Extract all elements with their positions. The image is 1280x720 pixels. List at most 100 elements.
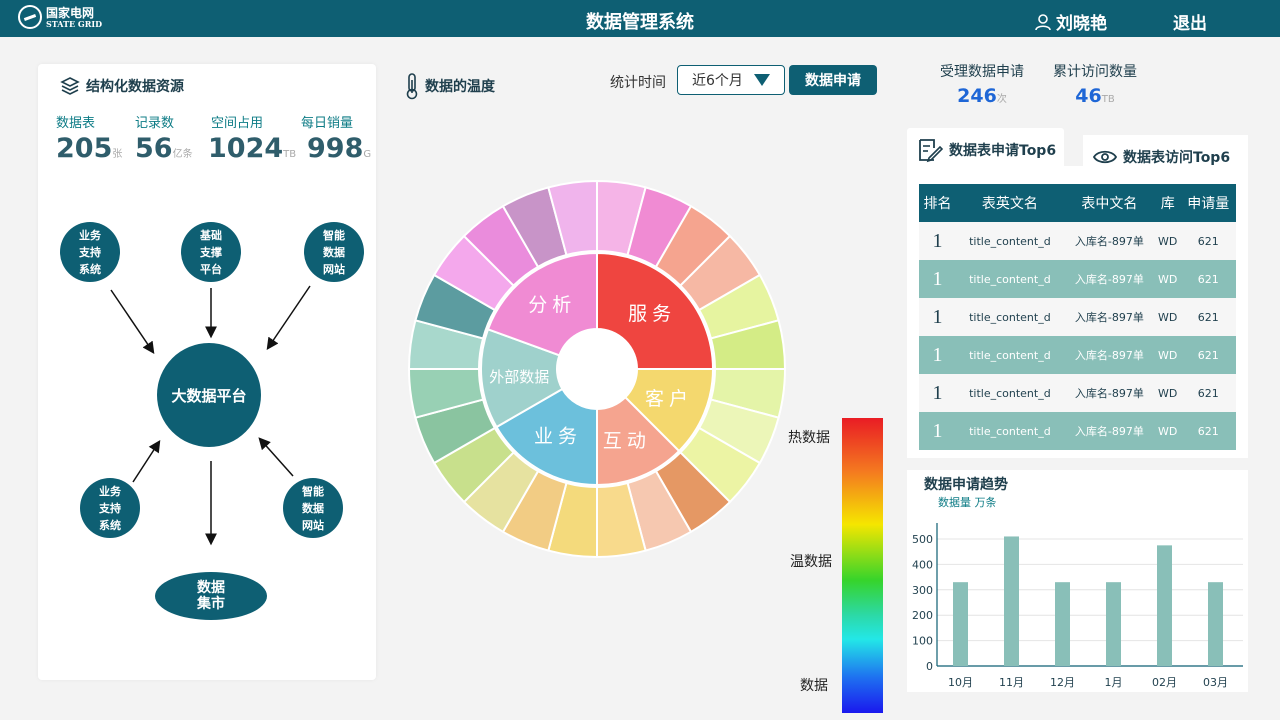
db-cell: WD <box>1154 298 1181 336</box>
node-line: 集市 <box>197 596 225 612</box>
rank-cell: 1 <box>919 298 956 336</box>
thermometer-icon <box>406 73 418 100</box>
tab-apply-top6[interactable]: 数据表申请Top6 <box>907 128 1064 172</box>
sunburst-inner-label: 服务 <box>628 303 676 325</box>
node-line: 基础 <box>200 228 222 242</box>
sunburst-hole <box>557 329 637 409</box>
table-row[interactable]: 1 title_content_d 入库名-897单 WD 621 <box>919 260 1236 298</box>
bar <box>1055 582 1070 666</box>
db-cell: WD <box>1154 412 1181 450</box>
sunburst-inner-label: 互动 <box>603 430 651 452</box>
count-cell: 621 <box>1180 222 1236 260</box>
y-tick-label: 200 <box>912 609 933 622</box>
node-line: 业务 <box>99 484 121 498</box>
user-menu[interactable]: 刘晓艳 <box>1034 9 1107 34</box>
node-business-support-top[interactable]: 业务 支持 系统 <box>60 222 120 282</box>
sunburst-inner-label: 分析 <box>528 294 576 316</box>
temperature-title-text: 数据的温度 <box>425 79 495 95</box>
node-line: 数据 <box>197 580 225 596</box>
y-tick-label: 300 <box>912 584 933 597</box>
heat-label-hot: 热数据 <box>788 430 830 446</box>
heat-label-warm: 温数据 <box>790 554 832 570</box>
node-line: 平台 <box>200 262 222 276</box>
trend-bar-chart: 0 100 200 300 400 500 10月 11月 12月 1月 02月 03月 <box>912 523 1243 689</box>
temperature-title: 数据的温度 <box>403 72 495 100</box>
table-row[interactable]: 1 title_content_d 入库名-897单 WD 621 <box>919 222 1236 260</box>
x-tick-label: 10月 <box>948 676 973 689</box>
metric-accepted-applications: 受理数据申请 246次 <box>940 61 1024 107</box>
metric-label: 累计访问数量 <box>1053 64 1137 80</box>
column-header[interactable]: 申请量 <box>1180 184 1236 222</box>
cn-name-cell: 入库名-897单 <box>1063 336 1155 374</box>
bar <box>1106 582 1121 666</box>
count-cell: 621 <box>1180 260 1236 298</box>
node-line: 支持 <box>99 501 121 515</box>
bar <box>1004 536 1019 666</box>
node-data-mart[interactable]: 数据 集市 <box>155 572 267 620</box>
node-smart-data-top[interactable]: 智能 数据 网站 <box>304 222 364 282</box>
count-cell: 621 <box>1180 374 1236 412</box>
node-line: 网站 <box>302 518 324 532</box>
arrow <box>110 289 155 354</box>
data-apply-button[interactable]: 数据申请 <box>789 65 877 95</box>
tab-label: 数据表申请Top6 <box>949 143 1057 159</box>
column-header[interactable]: 表英文名 <box>955 184 1064 222</box>
bar <box>953 582 968 666</box>
y-tick-label: 400 <box>912 558 933 571</box>
table-row[interactable]: 1 title_content_d 入库名-897单 WD 621 <box>919 412 1236 450</box>
column-header[interactable]: 排名 <box>919 184 956 222</box>
heat-color-scale <box>842 418 883 713</box>
metric-unit: TB <box>1101 94 1115 105</box>
table-row[interactable]: 1 title_content_d 入库名-897单 WD 621 <box>919 374 1236 412</box>
table-row[interactable]: 1 title_content_d 入库名-897单 WD 621 <box>919 336 1236 374</box>
x-tick-label: 11月 <box>999 676 1024 689</box>
app-header: 国家电网 STATE GRID 数据管理系统 刘晓艳 退出 <box>0 0 1280 37</box>
period-value: 近6个月 <box>692 73 743 89</box>
eye-icon <box>1093 150 1117 164</box>
arrow <box>266 285 311 350</box>
node-big-data-platform[interactable]: 大数据平台 <box>157 343 261 447</box>
table-row[interactable]: 1 title_content_d 入库名-897单 WD 621 <box>919 298 1236 336</box>
node-line: 系统 <box>79 262 101 276</box>
count-cell: 621 <box>1180 336 1236 374</box>
node-line: 系统 <box>99 518 121 532</box>
db-cell: WD <box>1154 222 1181 260</box>
trend-chart-card: 数据申请趋势 数据量 万条 0 100 200 300 400 500 10月 11月 12月 1… <box>907 470 1248 692</box>
en-name-cell: title_content_d <box>955 222 1064 260</box>
node-smart-data-bottom[interactable]: 智能 数据 网站 <box>283 478 343 538</box>
en-name-cell: title_content_d <box>955 336 1064 374</box>
top6-table-card: 排名 表英文名 表中文名 库 申请量 1 title_content_d 入库名-8… <box>907 166 1248 458</box>
node-line: 智能 <box>323 228 345 242</box>
rank-cell: 1 <box>919 412 956 450</box>
cn-name-cell: 入库名-897单 <box>1063 298 1155 336</box>
column-header[interactable]: 表中文名 <box>1063 184 1155 222</box>
metric-label: 受理数据申请 <box>940 64 1024 80</box>
metric-unit: 次 <box>996 94 1007 105</box>
top6-table: 排名 表英文名 表中文名 库 申请量 1 title_content_d 入库名-8… <box>919 184 1236 450</box>
en-name-cell: title_content_d <box>955 260 1064 298</box>
node-line: 业务 <box>79 228 101 242</box>
node-infrastructure[interactable]: 基础 支撑 平台 <box>181 222 241 282</box>
en-name-cell: title_content_d <box>955 374 1064 412</box>
period-select[interactable]: 近6个月 <box>677 65 785 95</box>
x-tick-label: 1月 <box>1105 676 1123 689</box>
node-line: 网站 <box>323 262 345 276</box>
node-business-support-bottom[interactable]: 业务 支持 系统 <box>80 478 140 538</box>
logout-button[interactable]: 退出 <box>1173 9 1207 34</box>
node-line: 智能 <box>302 484 324 498</box>
x-tick-label: 02月 <box>1152 676 1177 689</box>
rank-cell: 1 <box>919 260 956 298</box>
y-tick-label: 0 <box>926 660 933 673</box>
y-tick-label: 100 <box>912 635 933 648</box>
y-tick-label: 500 <box>912 533 933 546</box>
tab-label: 数据表访问Top6 <box>1123 150 1231 166</box>
count-cell: 621 <box>1180 298 1236 336</box>
sunburst-inner-label: 外部数据 <box>489 368 549 386</box>
column-header[interactable]: 库 <box>1154 184 1181 222</box>
period-label: 统计时间 <box>610 75 666 91</box>
node-line: 数据 <box>302 501 324 515</box>
en-name-cell: title_content_d <box>955 412 1064 450</box>
count-cell: 621 <box>1180 412 1236 450</box>
rank-cell: 1 <box>919 222 956 260</box>
node-line: 支撑 <box>200 245 222 259</box>
